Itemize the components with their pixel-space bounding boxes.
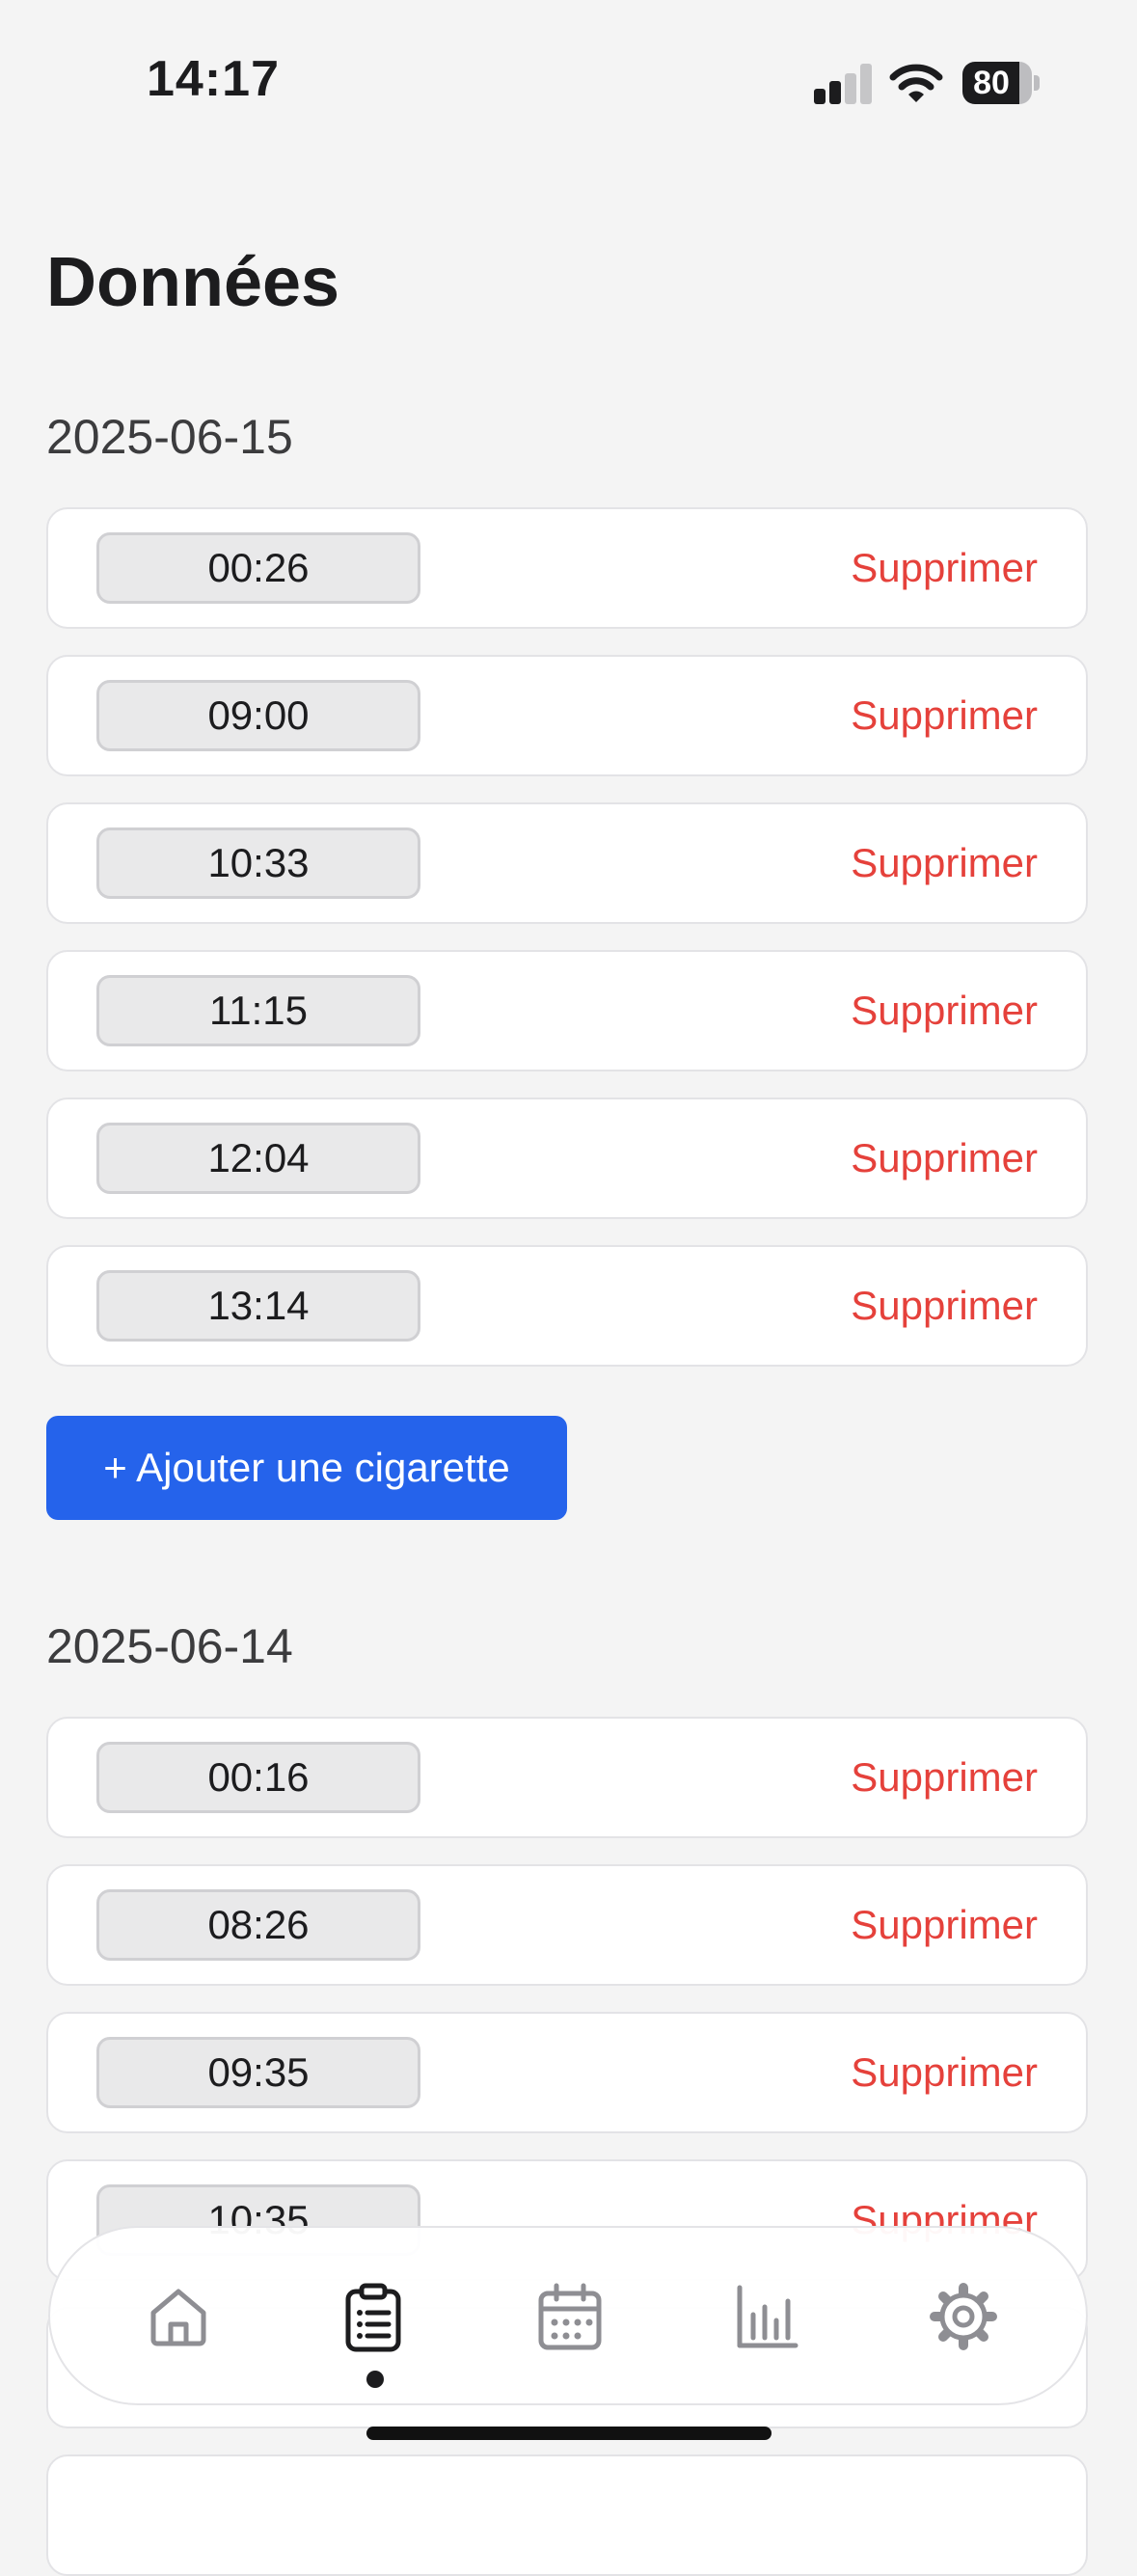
tab-home[interactable] bbox=[140, 2278, 217, 2355]
tab-stats[interactable] bbox=[728, 2278, 805, 2355]
delete-button[interactable]: Supprimer bbox=[851, 2048, 1038, 2097]
date-heading: 2025-06-14 bbox=[46, 1619, 293, 1673]
gear-icon bbox=[930, 2283, 997, 2350]
date-heading: 2025-06-15 bbox=[46, 410, 293, 464]
entry-row: 09:35 Supprimer bbox=[46, 2012, 1088, 2133]
entry-row: 00:26 Supprimer bbox=[46, 507, 1088, 629]
delete-button[interactable]: Supprimer bbox=[851, 1753, 1038, 1802]
time-input[interactable]: 11:15 bbox=[96, 975, 420, 1046]
status-time: 14:17 bbox=[147, 51, 280, 107]
delete-button[interactable]: Supprimer bbox=[851, 1134, 1038, 1182]
time-input[interactable]: 08:26 bbox=[96, 1889, 420, 1961]
time-input[interactable]: 13:14 bbox=[96, 1270, 420, 1342]
entry-row: 12:04 Supprimer bbox=[46, 1098, 1088, 1219]
time-input[interactable]: 09:00 bbox=[96, 680, 420, 751]
clipboard-list-icon bbox=[345, 2283, 401, 2352]
delete-button[interactable]: Supprimer bbox=[851, 839, 1038, 887]
tab-settings[interactable] bbox=[925, 2278, 1002, 2355]
wifi-icon bbox=[889, 62, 943, 104]
entry-row: 08:26 Supprimer bbox=[46, 1864, 1088, 1986]
delete-button[interactable]: Supprimer bbox=[851, 1282, 1038, 1330]
cellular-signal-icon bbox=[814, 64, 872, 104]
time-input[interactable]: 00:26 bbox=[96, 532, 420, 604]
delete-button[interactable]: Supprimer bbox=[851, 691, 1038, 740]
entry-row: 10:33 Supprimer bbox=[46, 802, 1088, 924]
active-tab-indicator bbox=[366, 2371, 384, 2388]
status-bar: 14:17 80 bbox=[0, 0, 1137, 145]
entry-row: 13:14 Supprimer bbox=[46, 1245, 1088, 1367]
time-input[interactable]: 00:16 bbox=[96, 1742, 420, 1813]
delete-button[interactable]: Supprimer bbox=[851, 987, 1038, 1035]
bar-chart-icon bbox=[737, 2285, 799, 2348]
add-cigarette-button[interactable]: + Ajouter une cigarette bbox=[46, 1416, 567, 1520]
time-input[interactable]: 09:35 bbox=[96, 2037, 420, 2108]
page-title: Données bbox=[46, 244, 340, 321]
time-input[interactable]: 12:04 bbox=[96, 1123, 420, 1194]
delete-button[interactable]: Supprimer bbox=[851, 544, 1038, 592]
delete-button[interactable]: Supprimer bbox=[851, 1901, 1038, 1949]
calendar-icon bbox=[538, 2283, 602, 2350]
entry-row bbox=[46, 2454, 1088, 2576]
battery-icon: 80 bbox=[962, 62, 1042, 104]
time-input[interactable]: 10:33 bbox=[96, 827, 420, 899]
entry-row: 00:16 Supprimer bbox=[46, 1717, 1088, 1838]
battery-level: 80 bbox=[973, 65, 1010, 101]
entry-row: 09:00 Supprimer bbox=[46, 655, 1088, 776]
tab-data[interactable] bbox=[335, 2278, 412, 2388]
home-icon bbox=[150, 2289, 206, 2346]
tab-calendar[interactable] bbox=[531, 2278, 609, 2355]
entry-row: 11:15 Supprimer bbox=[46, 950, 1088, 1071]
tab-bar bbox=[48, 2226, 1088, 2405]
home-indicator[interactable] bbox=[366, 2427, 772, 2440]
